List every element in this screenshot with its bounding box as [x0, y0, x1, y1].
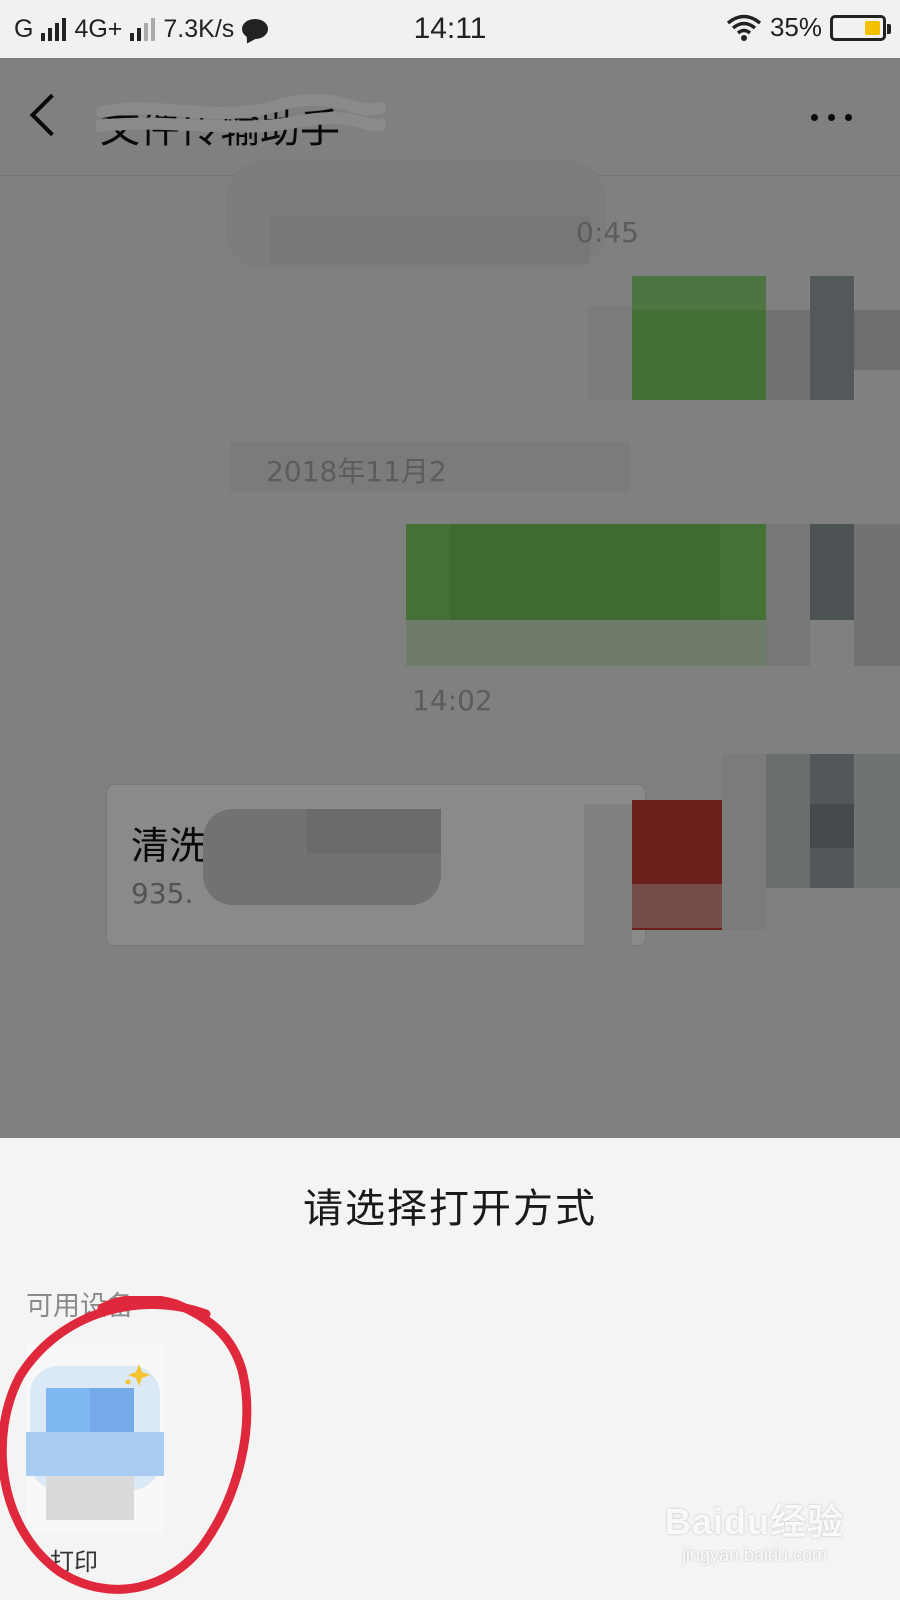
status-bar: G 4G+ 7.3K/s 14:11 35%: [0, 0, 900, 58]
status-right: 35%: [726, 12, 891, 43]
wifi-icon: [726, 14, 762, 41]
battery-icon: [830, 14, 891, 41]
battery-percent: 35%: [769, 12, 822, 42]
watermark-logo: Baidu经验: [664, 1501, 844, 1542]
red-annotation-circle: [0, 1296, 252, 1594]
watermark-url: jingyan.baidu.com: [681, 1545, 828, 1565]
dim-overlay[interactable]: [0, 58, 900, 1138]
baidu-jingyan-watermark: Baidu经验 jingyan.baidu.com: [665, 1493, 844, 1566]
chat-screen: 文件传输助手 0:45 2018年11月2 14:02 清洗 935.: [0, 58, 900, 1138]
sheet-title: 请选择打开方式: [303, 1186, 597, 1232]
battery-fill: [864, 20, 880, 35]
